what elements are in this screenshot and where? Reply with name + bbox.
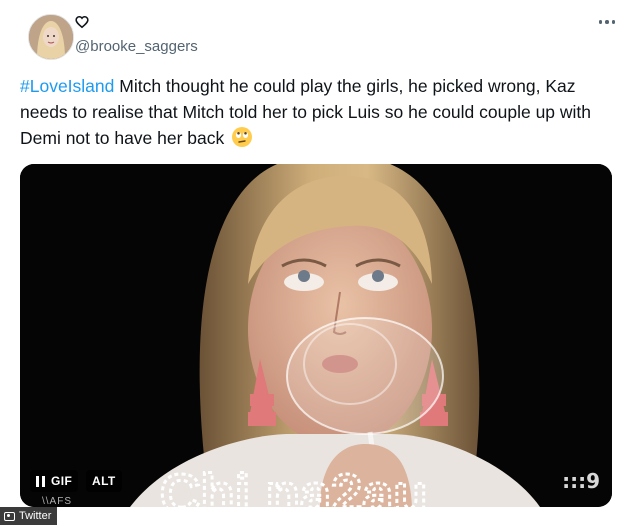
- heart-icon[interactable]: [75, 15, 89, 29]
- gif-badge[interactable]: GIF: [30, 470, 79, 492]
- more-options-icon[interactable]: [594, 14, 620, 30]
- avatar[interactable]: [28, 14, 74, 60]
- alt-label: ALT: [92, 474, 116, 488]
- pause-icon[interactable]: [36, 475, 45, 487]
- alt-badge[interactable]: ALT: [86, 470, 122, 492]
- hashtag-link[interactable]: #LoveIsland: [20, 76, 114, 96]
- corner-text: \\AFS: [42, 496, 73, 507]
- credit-label: Twitter: [19, 510, 52, 522]
- avatar-photo: [29, 15, 73, 59]
- user-handle[interactable]: @brooke_saggers: [75, 38, 198, 55]
- tweet-text: #LoveIsland Mitch thought he could play …: [20, 73, 620, 151]
- watermark-text: Chi na2au: [160, 462, 428, 525]
- face-with-rolling-eyes-icon: [232, 127, 253, 147]
- camera-icon: [4, 511, 15, 521]
- gif-label: GIF: [51, 474, 73, 488]
- channel-9-logo: :::9: [562, 469, 600, 493]
- image-credit: Twitter: [0, 507, 58, 525]
- site-watermark: Chi na2au: [159, 461, 430, 525]
